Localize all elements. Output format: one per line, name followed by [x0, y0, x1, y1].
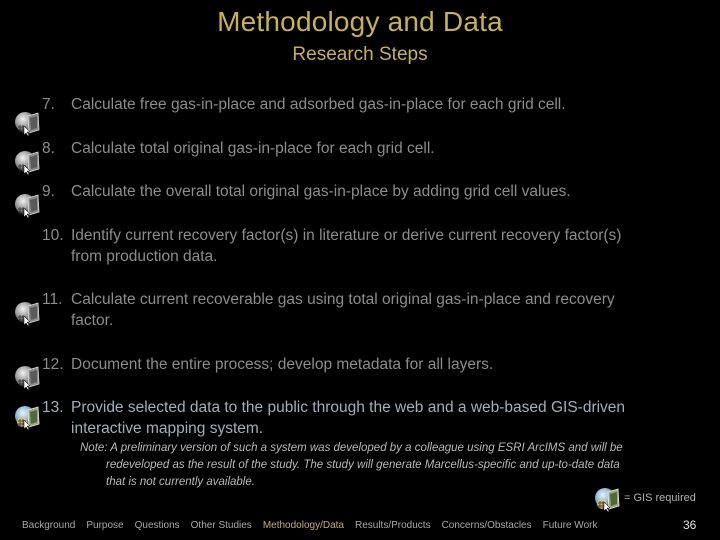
- step-text: Calculate the overall total original gas…: [71, 183, 571, 200]
- gis-globe-map-icon: [14, 147, 40, 175]
- step-number: 7.: [42, 96, 55, 113]
- note-line: redeveloped as the result of the study. …: [106, 459, 620, 471]
- research-step-highlighted: 13. Provide selected data to the public …: [0, 397, 700, 441]
- legend-label: = GIS required: [624, 492, 696, 504]
- slide-title: Methodology and Data: [217, 6, 503, 37]
- gis-globe-map-icon: [14, 108, 40, 136]
- research-step: 11. Calculate current recoverable gas us…: [0, 289, 700, 333]
- nav-link-methodology-data[interactable]: Methodology/Data: [263, 520, 344, 531]
- gis-globe-map-icon: [14, 190, 40, 218]
- step-text: Identify current recovery factor(s) in l…: [71, 227, 622, 244]
- nav-link-other-studies[interactable]: Other Studies: [191, 520, 252, 531]
- step-number: 8.: [42, 140, 55, 157]
- step-text: Calculate total original gas-in-place fo…: [71, 140, 435, 157]
- nav-link-future-work[interactable]: Future Work: [543, 520, 598, 531]
- step-text: from production data.: [71, 248, 218, 265]
- note-line: Note: A preliminary version of such a sy…: [80, 442, 623, 454]
- step-text: factor.: [71, 312, 114, 329]
- nav-link-purpose[interactable]: Purpose: [86, 520, 123, 531]
- nav-link-background[interactable]: Background: [22, 520, 75, 531]
- nav-link-results-products[interactable]: Results/Products: [355, 520, 431, 531]
- research-step: 10. Identify current recovery factor(s) …: [0, 225, 700, 269]
- slide-subtitle: Research Steps: [292, 44, 428, 65]
- step-text: interactive mapping system.: [71, 420, 264, 437]
- slide-navigation: Background Purpose Questions Other Studi…: [22, 520, 608, 531]
- step-number: 12.: [42, 356, 64, 373]
- step-text-block: Calculate current recoverable gas using …: [71, 289, 681, 331]
- step-number: 13.: [42, 399, 64, 416]
- step-number: 10.: [42, 227, 64, 244]
- step-text: Document the entire process; develop met…: [71, 356, 494, 373]
- step-text-block: Provide selected data to the public thro…: [71, 397, 681, 439]
- step-text: Calculate free gas-in-place and adsorbed…: [71, 96, 566, 113]
- step-text: Calculate current recoverable gas using …: [71, 291, 615, 308]
- gis-legend: = GIS required: [594, 484, 696, 512]
- gis-globe-map-icon: [14, 362, 40, 390]
- step-number: 11.: [42, 291, 63, 308]
- gis-globe-map-icon-color: [594, 484, 620, 512]
- step-number: 9.: [42, 183, 55, 200]
- step-text-block: Identify current recovery factor(s) in l…: [71, 225, 681, 267]
- step-text: Provide selected data to the public thro…: [71, 399, 626, 416]
- nav-link-concerns-obstacles[interactable]: Concerns/Obstacles: [442, 520, 532, 531]
- page-number: 36: [683, 518, 697, 532]
- nav-link-questions[interactable]: Questions: [135, 520, 180, 531]
